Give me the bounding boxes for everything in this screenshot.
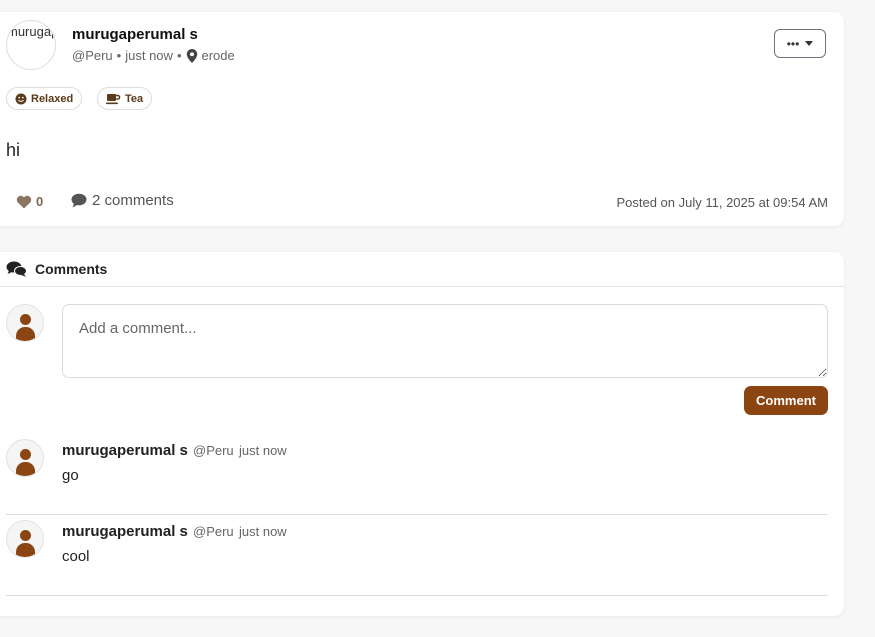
post-author-avatar[interactable]: murugaperumal — [6, 20, 56, 70]
speech-bubble-icon — [71, 193, 87, 208]
heart-icon — [16, 195, 32, 208]
drink-tag-label: Tea — [125, 92, 144, 105]
post-time: just now — [125, 48, 173, 63]
comments-count-label: 2 comments — [92, 192, 174, 209]
post-options-button[interactable]: ••• — [774, 29, 826, 58]
meta-separator: • — [176, 48, 182, 63]
comment-time: just now — [239, 524, 287, 539]
comments-link[interactable]: 2 comments — [71, 192, 174, 209]
comment-text: go — [62, 467, 79, 484]
comment-item: murugaperumal s @Peru just now cool — [6, 515, 828, 596]
mood-tag-label: Relaxed — [31, 92, 74, 105]
comment-text: cool — [62, 548, 90, 565]
posted-on-timestamp: Posted on July 11, 2025 at 09:54 AM — [616, 195, 828, 210]
avatar-alt-text: murugaperumal — [7, 24, 55, 39]
chevron-down-icon — [805, 41, 814, 46]
coffee-cup-icon — [106, 93, 121, 104]
mood-tag: Relaxed — [6, 87, 83, 110]
post-body-text: hi — [6, 140, 21, 160]
comments-card: Comments Comment murugaperumal s @Peru j… — [0, 252, 844, 616]
comment-time: just now — [239, 443, 287, 458]
post-location[interactable]: erode — [202, 48, 235, 63]
comment-item: murugaperumal s @Peru just now go — [6, 434, 828, 515]
comment-author-name[interactable]: murugaperumal s — [62, 523, 188, 540]
comments-title: Comments — [35, 261, 108, 277]
comment-author-avatar[interactable] — [6, 439, 44, 477]
current-user-avatar — [6, 304, 44, 342]
map-pin-icon — [186, 48, 197, 63]
like-count: 0 — [36, 194, 44, 209]
comments-icon — [6, 261, 27, 277]
smile-icon — [15, 93, 27, 104]
comment-author-handle: @Peru — [193, 443, 234, 458]
post-handle[interactable]: @Peru — [72, 48, 113, 63]
ellipsis-icon: ••• — [786, 36, 800, 51]
comment-input[interactable] — [62, 304, 828, 378]
drink-tag: Tea — [97, 87, 153, 110]
comment-author-avatar[interactable] — [6, 520, 44, 558]
comment-author-name[interactable]: murugaperumal s — [62, 442, 188, 459]
post-card: murugaperumal murugaperumal s @Peru • ju… — [0, 12, 844, 226]
meta-separator: • — [116, 48, 122, 63]
comment-submit-button[interactable]: Comment — [744, 386, 828, 415]
post-author-name[interactable]: murugaperumal s — [72, 26, 198, 43]
post-meta: @Peru • just now • erode — [72, 48, 235, 63]
comment-author-handle: @Peru — [193, 524, 234, 539]
like-button[interactable]: 0 — [16, 194, 43, 209]
comments-header: Comments — [0, 252, 844, 287]
